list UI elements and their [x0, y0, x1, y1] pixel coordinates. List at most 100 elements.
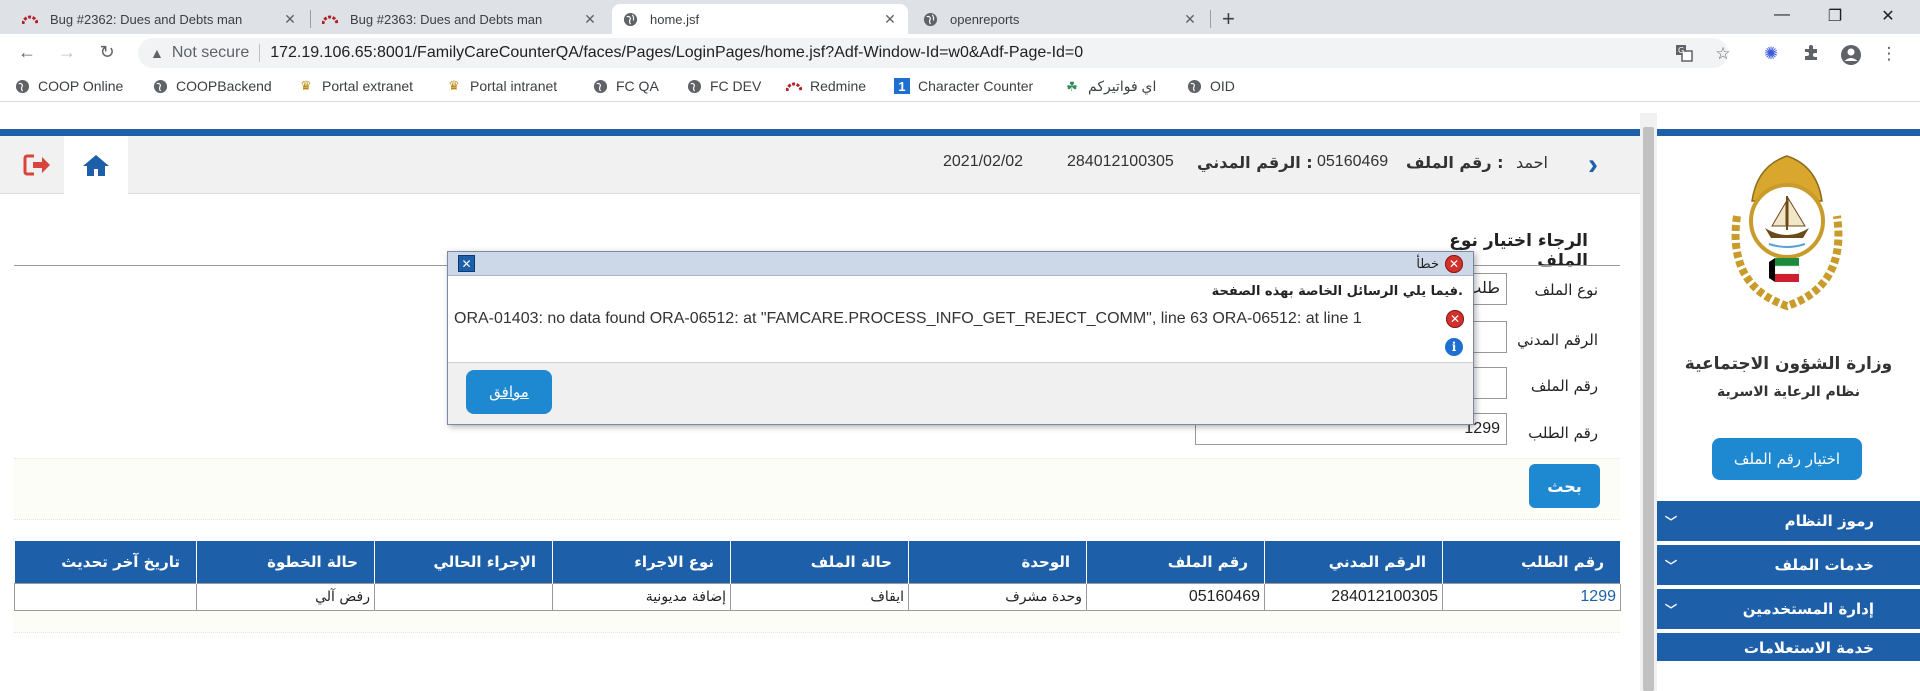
emblem-icon: ♛: [448, 78, 460, 93]
system-name: نظام الرعاية الاسرية: [1717, 384, 1860, 400]
column-header[interactable]: الإجراء الحالي: [374, 541, 553, 583]
back-icon[interactable]: ←: [16, 42, 38, 63]
dialog-caption: خطأ ✕: [1416, 255, 1463, 273]
bookmark-portal-extranet[interactable]: ♛ Portal extranet: [298, 78, 413, 94]
globe-icon: [922, 11, 938, 27]
redmine-icon: [22, 11, 38, 27]
tab-bug-2363[interactable]: Bug #2363: Dues and Debts man ✕: [312, 4, 608, 34]
reload-icon[interactable]: ↻: [96, 42, 118, 63]
sidebar-item-file-services[interactable]: ﹀ خدمات الملف: [1657, 545, 1920, 587]
tab-title: Bug #2362: Dues and Debts man: [50, 11, 243, 27]
extensions-puzzle-icon[interactable]: [1800, 44, 1822, 66]
bookmark-fc-qa[interactable]: FC QA: [592, 78, 659, 94]
browser-toolbar: ← → ↻ ▲ Not secure 172.19.106.65:8001/Fa…: [0, 34, 1920, 72]
tab-openreports[interactable]: openreports ✕: [912, 4, 1208, 34]
bookmarks-bar: COOP Online COOPBackend ♛ Portal extrane…: [0, 72, 1920, 102]
dialog-close-icon[interactable]: ✕: [458, 255, 475, 272]
error-dialog: ✕ خطأ ✕ فيما يلي الرسائل الخاصة بهذه الص…: [447, 251, 1474, 425]
bookmark-oid[interactable]: OID: [1186, 78, 1235, 94]
column-header[interactable]: تاريخ آخر تحديث: [14, 541, 197, 583]
ok-button[interactable]: موافق: [466, 370, 552, 414]
bookmark-character-counter[interactable]: 1 Character Counter: [894, 78, 1033, 94]
column-header[interactable]: الرقم المدني: [1264, 541, 1443, 583]
home-button[interactable]: [64, 136, 128, 194]
globe-icon: [622, 11, 638, 27]
table-footer: [14, 611, 1620, 633]
globe-icon: [14, 78, 30, 94]
tab-bug-2362[interactable]: Bug #2362: Dues and Debts man ✕: [12, 4, 308, 34]
browser-menu-icon[interactable]: ⋮: [1878, 44, 1900, 64]
warning-icon[interactable]: ▲: [150, 45, 164, 61]
new-tab-button[interactable]: +: [1222, 6, 1235, 32]
address-bar[interactable]: ▲ Not secure 172.19.106.65:8001/FamilyCa…: [138, 38, 1728, 68]
bookmark-star-icon[interactable]: ☆: [1712, 44, 1734, 64]
column-header[interactable]: حالة الملف: [730, 541, 909, 583]
bookmark-coop-online[interactable]: COOP Online: [14, 78, 123, 94]
tab-title: Bug #2363: Dues and Debts man: [350, 11, 543, 27]
leaf-icon: ☘: [1066, 78, 1078, 94]
close-tab-icon[interactable]: ✕: [282, 11, 298, 28]
kuwait-emblem-logo: [1717, 146, 1857, 316]
file-type-label: نوع الملف: [1534, 281, 1598, 299]
sidebar: وزارة الشؤون الاجتماعية نظام الرعاية الا…: [1657, 136, 1920, 691]
window-close-icon[interactable]: ✕: [1873, 6, 1903, 26]
table-cell: 05160469: [1086, 582, 1265, 611]
translate-icon[interactable]: G: [1673, 44, 1695, 67]
page-scrollbar[interactable]: [1640, 113, 1657, 691]
sidebar-item-label: خدمة الاستعلامات: [1743, 639, 1874, 657]
column-header[interactable]: رقم الطلب: [1442, 541, 1621, 583]
sidebar-item-inquiries[interactable]: خدمة الاستعلامات: [1657, 633, 1920, 663]
url-text[interactable]: 172.19.106.65:8001/FamilyCareCounterQA/f…: [270, 44, 1083, 62]
column-header[interactable]: رقم الملف: [1086, 541, 1265, 583]
column-header[interactable]: حالة الخطوة: [196, 541, 375, 583]
profile-avatar-icon[interactable]: [1840, 44, 1862, 71]
column-header[interactable]: نوع الاجراء: [552, 541, 731, 583]
dialog-error-line: ORA-01403: no data found ORA-06512: at "…: [454, 310, 1464, 328]
header-file-no-label: رقم الملف :: [1406, 153, 1504, 172]
choose-file-button[interactable]: اختيار رقم الملف: [1712, 438, 1862, 480]
bookmark-e-invoices[interactable]: ☘ اي فواتيركم: [1064, 78, 1156, 95]
bookmark-coopbackend[interactable]: COOPBackend: [152, 78, 272, 94]
close-tab-icon[interactable]: ✕: [882, 11, 898, 28]
counter-icon: 1: [894, 78, 910, 94]
header-civil-id-label: الرقم المدني :: [1197, 153, 1313, 172]
request-no-link[interactable]: 1299: [1442, 582, 1621, 611]
table-cell: رفض آلي: [196, 582, 375, 611]
sidebar-item-user-management[interactable]: ﹀ إدارة المستخدمين: [1657, 589, 1920, 631]
extension-sun-icon[interactable]: ✺: [1760, 44, 1782, 64]
forward-icon[interactable]: →: [56, 42, 78, 63]
header-user-name: احمد: [1516, 153, 1548, 172]
bookmark-label: COOPBackend: [176, 78, 272, 94]
browser-tab-strip: Bug #2362: Dues and Debts man ✕ Bug #236…: [0, 0, 1920, 34]
bookmark-fc-dev[interactable]: FC DEV: [686, 78, 761, 94]
bookmark-portal-intranet[interactable]: ♛ Portal intranet: [446, 78, 557, 94]
chevron-down-icon: ﹀: [1664, 602, 1677, 617]
tab-title: openreports: [950, 11, 1020, 27]
scrollbar-thumb[interactable]: [1643, 127, 1654, 691]
maximize-icon[interactable]: ❐: [1820, 6, 1850, 26]
globe-icon: [592, 78, 608, 94]
error-icon: ✕: [1446, 310, 1464, 328]
search-button[interactable]: بحث: [1529, 464, 1600, 508]
info-icon[interactable]: i: [1445, 338, 1463, 356]
minimize-icon[interactable]: —: [1767, 6, 1797, 24]
ministry-name: وزارة الشؤون الاجتماعية: [1684, 354, 1893, 374]
address-divider: [259, 44, 261, 62]
chevron-right-icon[interactable]: ›: [1588, 148, 1598, 182]
table-cell: [14, 582, 197, 611]
request-no-label: رقم الطلب: [1528, 424, 1598, 442]
tab-home-jsf[interactable]: home.jsf ✕: [612, 4, 908, 34]
logout-icon[interactable]: [10, 136, 64, 194]
sidebar-item-system-codes[interactable]: ﹀ رموز النظام: [1657, 501, 1920, 543]
bookmark-label: Redmine: [810, 78, 867, 94]
info-icon-wrap[interactable]: i: [1445, 338, 1463, 356]
bookmark-label: FC QA: [616, 78, 659, 94]
bookmark-redmine[interactable]: Redmine: [786, 78, 866, 94]
table-row[interactable]: 1299 284012100305 05160469 وحدة مشرف ايق…: [14, 582, 1621, 611]
column-header[interactable]: الوحدة: [908, 541, 1087, 583]
sidebar-item-label: إدارة المستخدمين: [1742, 600, 1874, 618]
chevron-down-icon: ﹀: [1664, 558, 1677, 573]
security-label: Not secure: [171, 44, 250, 61]
close-tab-icon[interactable]: ✕: [1182, 11, 1198, 28]
close-tab-icon[interactable]: ✕: [582, 11, 598, 28]
